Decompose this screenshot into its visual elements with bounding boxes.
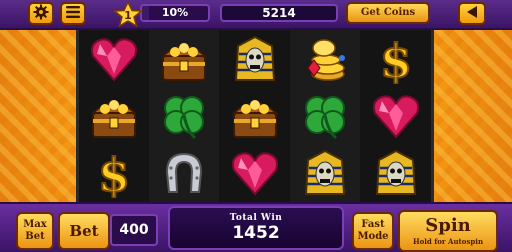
ruby-heart-icon — [90, 37, 138, 82]
svg-text:$: $ — [380, 34, 412, 84]
spin-button[interactable]: Spin Hold for Autospin — [398, 210, 498, 252]
back-arrow-icon — [465, 4, 479, 23]
level-progress-text: 10% — [161, 6, 189, 19]
clover-icon — [305, 95, 346, 139]
clover-icon — [164, 95, 205, 139]
gold-coins-gem-icon — [307, 38, 346, 81]
horseshoe-icon — [166, 152, 203, 193]
treasure-chest-icon — [160, 42, 208, 81]
reel-symbol-treasure-chest — [220, 87, 290, 144]
gear-icon — [33, 4, 49, 24]
total-win-label: Total Win — [229, 213, 283, 223]
coin-balance: 5214 — [220, 4, 338, 22]
bet-button[interactable]: Bet — [58, 212, 110, 250]
reel-symbol-horseshoe — [149, 144, 219, 201]
reel-symbol-treasure-chest — [149, 30, 219, 87]
reel-1: $ — [79, 30, 149, 202]
pharaoh-mask-icon — [305, 149, 346, 195]
max-bet-button[interactable]: Max Bet — [16, 212, 54, 250]
treasure-chest-icon — [231, 99, 279, 138]
level-star-badge: 1 — [112, 0, 144, 28]
get-coins-button[interactable]: Get Coins — [346, 2, 430, 24]
svg-text:$: $ — [98, 148, 130, 198]
reel-symbol-pharaoh-mask — [361, 144, 431, 201]
slot-reels: $ $ — [76, 30, 434, 202]
reel-3 — [220, 30, 290, 202]
level-progress-bar: 10% — [140, 4, 210, 22]
reel-4 — [290, 30, 361, 202]
dollar-sign-icon: $ — [97, 148, 131, 198]
settings-button[interactable] — [28, 2, 54, 25]
total-win-value: 1452 — [232, 223, 280, 243]
fast-mode-button[interactable]: Fast Mode — [352, 212, 394, 250]
reel-symbol-pharaoh-mask — [220, 30, 290, 87]
reel-symbol-ruby-heart — [79, 30, 149, 87]
reel-5: $ — [361, 30, 431, 202]
reel-symbol-treasure-chest — [79, 87, 149, 144]
ruby-heart-icon — [231, 151, 278, 196]
treasure-chest-icon — [90, 99, 138, 138]
level-number: 1 — [124, 9, 132, 22]
reel-symbol-clover — [290, 87, 360, 144]
hamburger-menu-icon — [65, 4, 81, 23]
back-button[interactable] — [458, 2, 486, 25]
ruby-heart-icon — [372, 94, 419, 139]
bet-value: 400 — [110, 214, 158, 246]
reel-symbol-ruby-heart — [220, 144, 290, 201]
reel-symbol-ruby-heart — [361, 87, 431, 144]
dollar-sign-icon: $ — [379, 34, 413, 84]
menu-button[interactable] — [60, 2, 86, 25]
pharaoh-mask-icon — [234, 35, 275, 81]
reel-symbol-dollar-sign: $ — [79, 144, 149, 201]
spin-label: Spin — [425, 215, 471, 236]
bottom-bar: Max Bet Bet 400 Total Win 1452 Fast Mode… — [0, 202, 512, 252]
reel-symbol-gold-coins-gem — [290, 30, 360, 87]
total-win-panel: Total Win 1452 — [168, 206, 344, 250]
pharaoh-mask-icon — [375, 149, 416, 195]
reel-symbol-pharaoh-mask — [290, 144, 360, 201]
top-bar: 10% 1 5214 Get Coins — [0, 0, 512, 30]
reel-2 — [149, 30, 220, 202]
reel-symbol-dollar-sign: $ — [361, 30, 431, 87]
reel-symbol-clover — [149, 87, 219, 144]
spin-sublabel: Hold for Autospin — [412, 237, 484, 246]
